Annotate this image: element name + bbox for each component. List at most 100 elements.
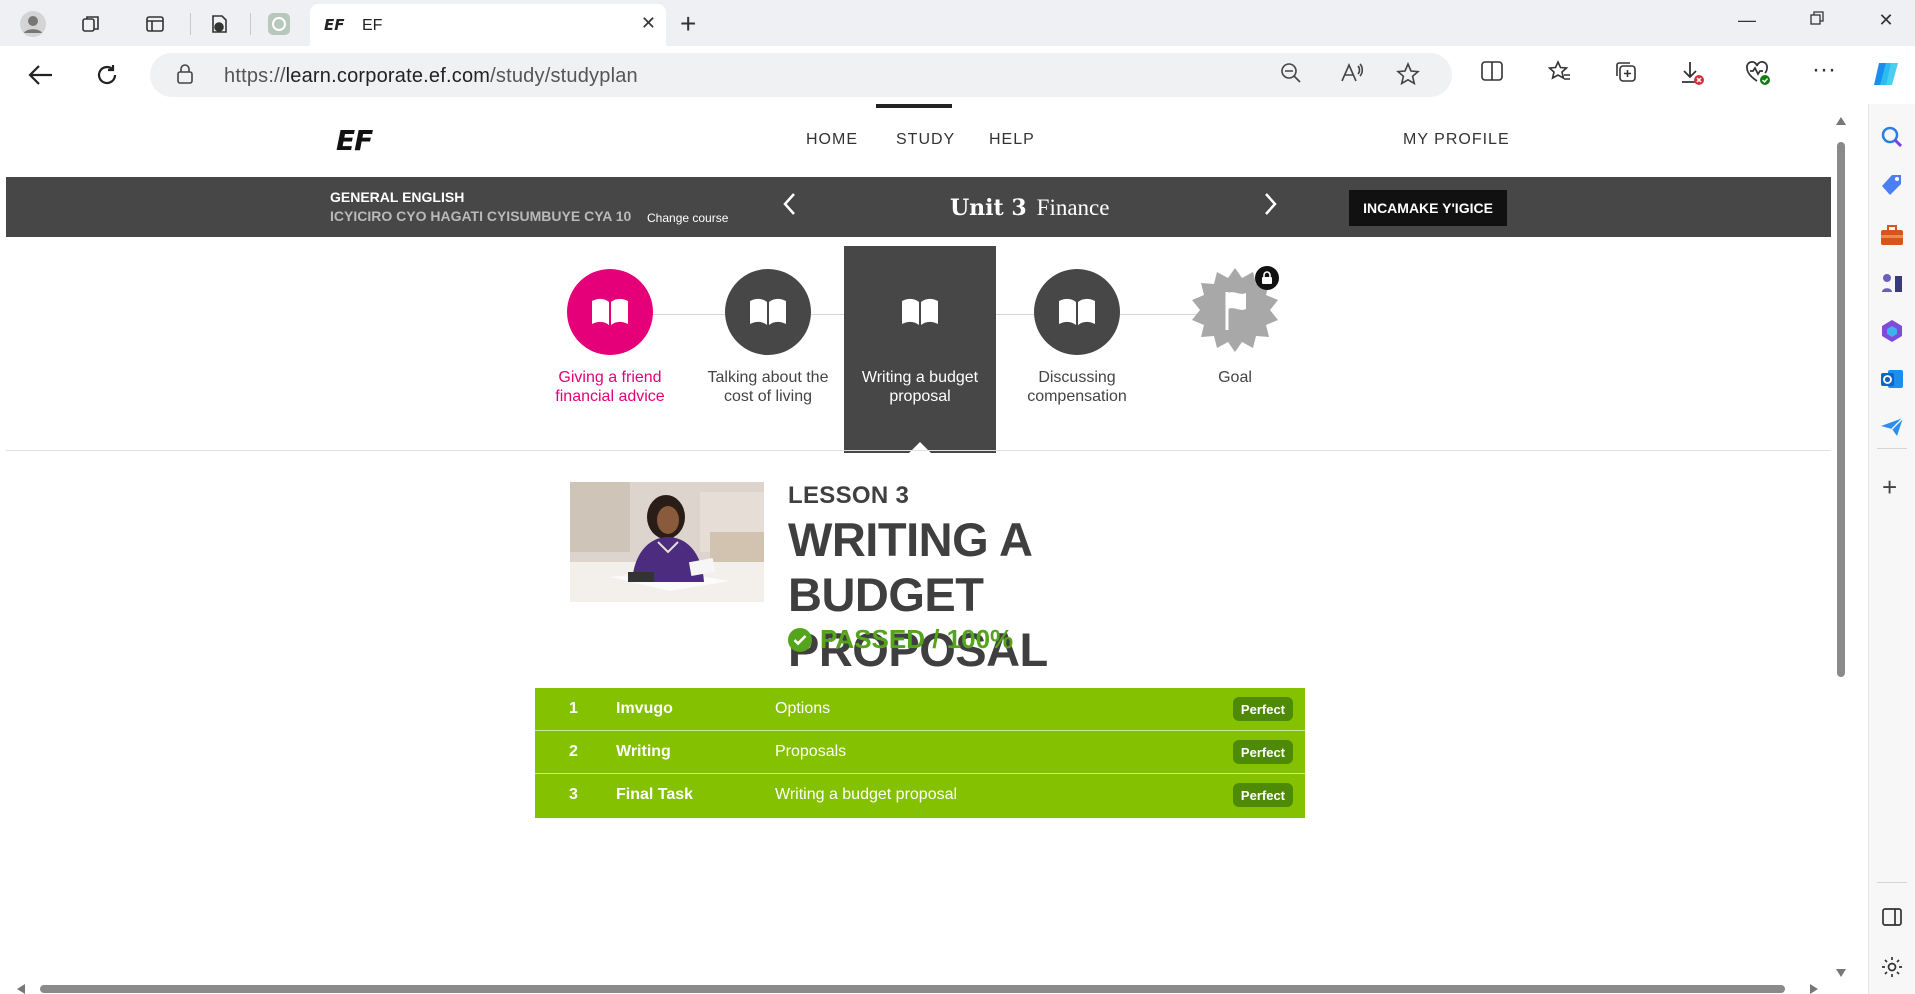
activity-number: 1	[569, 700, 578, 717]
favorite-star-icon[interactable]	[1396, 61, 1420, 92]
split-screen-icon[interactable]	[1476, 60, 1508, 88]
lesson-circle[interactable]	[1034, 269, 1120, 355]
close-window-icon[interactable]: ✕	[1866, 10, 1906, 31]
activity-description: Proposals	[775, 743, 847, 760]
pinned-chat-icon[interactable]	[264, 9, 294, 39]
lesson-node-4[interactable]: Discussing compensation	[997, 269, 1157, 406]
score-badge: Perfect	[1232, 740, 1293, 764]
score-badge: Perfect	[1232, 783, 1293, 807]
vertical-scrollbar[interactable]	[1834, 112, 1848, 982]
add-sidebar-app-icon[interactable]: +	[1882, 472, 1897, 503]
outlook-icon[interactable]	[1879, 366, 1905, 392]
activity-description: Writing a budget proposal	[775, 786, 958, 803]
lesson-number: LESSON 3	[788, 482, 910, 509]
course-name: GENERAL ENGLISH	[330, 189, 465, 205]
lesson-circle[interactable]	[877, 269, 963, 355]
activity-list: 1 Imvugo Options Perfect 2 Writing Propo…	[535, 688, 1305, 818]
lesson-node-3[interactable]: Writing a budget proposal	[840, 269, 1000, 406]
unit-title: Unit 3 Finance	[950, 195, 1110, 221]
vertical-scroll-thumb[interactable]	[1837, 142, 1845, 677]
tab-title: EF	[362, 17, 383, 34]
scroll-down-icon[interactable]	[1835, 968, 1847, 978]
course-level: ICYICIRO CYO HAGATI CYISUMBUYE CYA 10	[330, 208, 632, 224]
previous-unit-icon[interactable]	[782, 192, 796, 223]
url-field[interactable]: https://learn.corporate.ef.com/study/stu…	[150, 53, 1452, 97]
open-book-icon	[750, 298, 786, 325]
activity-row[interactable]: 2 Writing Proposals Perfect	[535, 731, 1305, 774]
nav-my-profile[interactable]: MY PROFILE	[1403, 131, 1510, 149]
profile-icon[interactable]	[18, 9, 48, 39]
activity-row[interactable]: 3 Final Task Writing a budget proposal P…	[535, 774, 1305, 818]
edge-sidebar: +	[1868, 104, 1915, 994]
lesson-circle[interactable]	[725, 269, 811, 355]
activity-name: Writing	[616, 743, 671, 760]
minimize-icon[interactable]: —	[1727, 10, 1767, 31]
refresh-icon[interactable]	[90, 58, 124, 92]
hide-sidebar-icon[interactable]	[1879, 904, 1905, 930]
copilot-icon[interactable]	[1870, 60, 1902, 94]
workspaces-icon[interactable]	[76, 9, 106, 39]
shopping-tag-icon[interactable]	[1879, 172, 1905, 198]
microsoft365-icon[interactable]	[1879, 318, 1905, 344]
unit-review-button[interactable]: INCAMAKE Y'IGICE	[1349, 190, 1507, 226]
activity-number: 2	[569, 743, 578, 760]
new-tab-icon[interactable]: +	[680, 8, 696, 40]
games-icon[interactable]	[1879, 270, 1905, 296]
score-badge: Perfect	[1232, 697, 1293, 721]
open-book-icon	[902, 298, 938, 325]
scroll-up-icon[interactable]	[1835, 116, 1847, 126]
read-aloud-icon[interactable]	[1340, 62, 1364, 90]
search-icon[interactable]	[1879, 124, 1905, 150]
lesson-photo	[570, 482, 764, 602]
nav-home[interactable]: HOME	[806, 131, 858, 149]
horizontal-scroll-thumb[interactable]	[40, 985, 1785, 993]
tab-actions-icon[interactable]	[140, 9, 170, 39]
scroll-left-icon[interactable]	[16, 983, 26, 994]
nav-study[interactable]: STUDY	[896, 131, 955, 149]
zoom-out-icon[interactable]	[1280, 62, 1302, 90]
nav-active-indicator	[876, 104, 952, 108]
pinned-tab-icon[interactable]	[204, 9, 234, 39]
browser-tab-bar: EF EF ✕ + — ✕	[0, 0, 1915, 46]
favorites-icon[interactable]	[1544, 60, 1576, 88]
settings-gear-icon[interactable]	[1879, 954, 1905, 980]
horizontal-scrollbar[interactable]	[14, 982, 1824, 994]
lesson-status: PASSED / 100%	[788, 624, 1013, 655]
browser-essentials-icon[interactable]	[1742, 60, 1774, 92]
activity-name: Final Task	[616, 786, 694, 803]
check-circle-icon	[788, 627, 812, 652]
lesson-label: Giving a friend financial advice	[555, 369, 665, 405]
activity-row[interactable]: 1 Imvugo Options Perfect	[535, 688, 1305, 731]
lesson-node-2[interactable]: Talking about the cost of living	[688, 269, 848, 406]
open-book-icon	[1059, 298, 1095, 325]
ef-favicon-icon: EF	[324, 16, 345, 34]
tools-briefcase-icon[interactable]	[1879, 222, 1905, 248]
activity-number: 3	[569, 786, 578, 803]
send-icon[interactable]	[1879, 414, 1905, 440]
close-tab-icon[interactable]: ✕	[641, 13, 656, 34]
change-course-link[interactable]: Change course	[647, 211, 728, 225]
restore-icon[interactable]	[1797, 10, 1837, 31]
scroll-right-icon[interactable]	[1809, 983, 1819, 994]
lesson-node-goal[interactable]: Goal	[1155, 266, 1315, 387]
lock-icon[interactable]	[176, 64, 194, 84]
downloads-icon[interactable]	[1676, 60, 1708, 92]
open-book-icon	[592, 298, 628, 325]
next-unit-icon[interactable]	[1264, 192, 1278, 223]
lesson-label: Talking about the cost of living	[707, 369, 829, 405]
lesson-node-1[interactable]: Giving a friend financial advice	[530, 269, 690, 406]
lesson-circle[interactable]	[567, 269, 653, 355]
back-icon[interactable]	[24, 58, 58, 92]
goal-badge[interactable]	[1189, 266, 1281, 358]
url-text: https://learn.corporate.ef.com/study/stu…	[224, 65, 638, 87]
ef-site-header: EF HOME STUDY HELP MY PROFILE	[6, 104, 1831, 177]
tab-ef[interactable]: EF EF ✕	[310, 4, 666, 46]
collections-icon[interactable]	[1610, 60, 1642, 90]
activity-description: Options	[775, 700, 831, 717]
status-text: PASSED / 100%	[820, 624, 1014, 654]
lesson-label: Discussing compensation	[1027, 369, 1127, 405]
more-options-icon[interactable]: ···	[1808, 56, 1840, 84]
lesson-label: Writing a budget proposal	[861, 369, 979, 405]
nav-help[interactable]: HELP	[989, 131, 1035, 149]
ef-logo[interactable]: EF	[336, 124, 373, 157]
